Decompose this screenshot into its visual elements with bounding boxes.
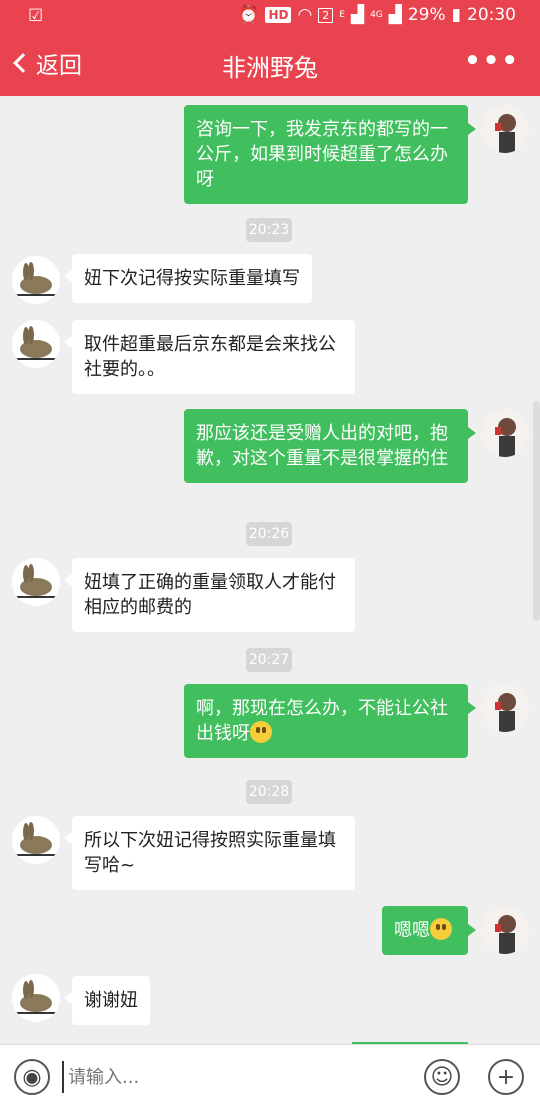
message-list[interactable]: 咨询一下，我发京东的都写的一公斤，如果到时候超重了怎么办呀 20:23 妞下次记… <box>0 96 540 1044</box>
message-text: 嗯嗯 <box>394 920 430 941</box>
sim-badge: 2 <box>318 7 334 23</box>
status-icons: ⏰ HD ◠ 2 E ▟ 4G ▟ 29% ▮ 20:30 <box>238 5 516 25</box>
more-options-button[interactable]: ••• <box>464 46 520 76</box>
message-bubble-outgoing[interactable]: 那应该还是受赠人出的对吧，抱歉，对这个重量不是很掌握的住 <box>184 409 476 483</box>
network-e-label: E <box>339 10 345 20</box>
network-4g-label: 4G <box>370 10 383 20</box>
avatar-self[interactable] <box>481 684 529 732</box>
avatar-rabbit[interactable] <box>12 256 60 304</box>
message-bubble-outgoing[interactable]: 嗯嗯 <box>382 906 476 955</box>
avatar-rabbit[interactable] <box>12 558 60 606</box>
voice-input-button[interactable]: ◉ <box>14 1059 50 1095</box>
plus-icon: + <box>496 1064 516 1090</box>
status-bar: ☑ ⏰ HD ◠ 2 E ▟ 4G ▟ 29% ▮ 20:30 <box>0 0 540 32</box>
timestamp: 20:27 <box>246 648 292 672</box>
message-bubble-incoming[interactable]: 妞填了正确的重量领取人才能付相应的邮费的 <box>64 558 355 632</box>
timestamp: 20:23 <box>246 218 292 242</box>
notification-icon: ☑ <box>28 6 44 26</box>
avatar-rabbit[interactable] <box>12 320 60 368</box>
alarm-icon: ⏰ <box>238 5 260 25</box>
timestamp: 20:26 <box>246 522 292 546</box>
message-bubble-outgoing[interactable]: 啊，那现在怎么办，不能让公社出钱呀 <box>184 684 476 758</box>
message-bubble-outgoing[interactable]: 咨询一下，我发京东的都写的一公斤，如果到时候超重了怎么办呀 <box>184 105 476 204</box>
timestamp: 20:28 <box>246 780 292 804</box>
smiley-icon: ☺ <box>430 1064 454 1090</box>
avatar-rabbit[interactable] <box>12 974 60 1022</box>
chat-header: 返回 非洲野兔 ••• <box>0 32 540 96</box>
message-bubble-incoming[interactable]: 谢谢妞 <box>64 976 150 1025</box>
chat-title: 非洲野兔 <box>222 54 318 82</box>
sad-emoji-icon <box>250 721 272 743</box>
avatar-self[interactable] <box>481 409 529 457</box>
avatar-self[interactable] <box>481 105 529 153</box>
input-bar: ◉ ☺ + <box>0 1044 540 1110</box>
wifi-icon: ◠ <box>297 5 313 25</box>
avatar-self[interactable] <box>481 906 529 954</box>
battery-icon: ▮ <box>451 5 461 25</box>
signal-icon: ▟ <box>350 5 365 25</box>
message-bubble-incoming[interactable]: 所以下次妞记得按照实际重量填写哈~ <box>64 816 355 890</box>
hd-badge: HD <box>265 7 292 23</box>
signal-icon-2: ▟ <box>388 5 402 25</box>
voice-icon: ◉ <box>22 1064 42 1090</box>
message-bubble-incoming[interactable]: 取件超重最后京东都是会来找公社要的。。 <box>64 320 355 394</box>
avatar-rabbit[interactable] <box>12 816 60 864</box>
message-text: 啊，那现在怎么办，不能让公社出钱呀 <box>196 698 448 744</box>
battery-percent: 29% <box>407 5 446 25</box>
scrollbar[interactable] <box>533 401 540 621</box>
message-bubble-incoming[interactable]: 妞下次记得按实际重量填写 <box>64 254 312 303</box>
clock: 20:30 <box>467 5 516 25</box>
sad-emoji-icon <box>430 918 452 940</box>
add-attachment-button[interactable]: + <box>488 1059 524 1095</box>
emoji-button[interactable]: ☺ <box>424 1059 460 1095</box>
message-input[interactable] <box>62 1061 402 1093</box>
